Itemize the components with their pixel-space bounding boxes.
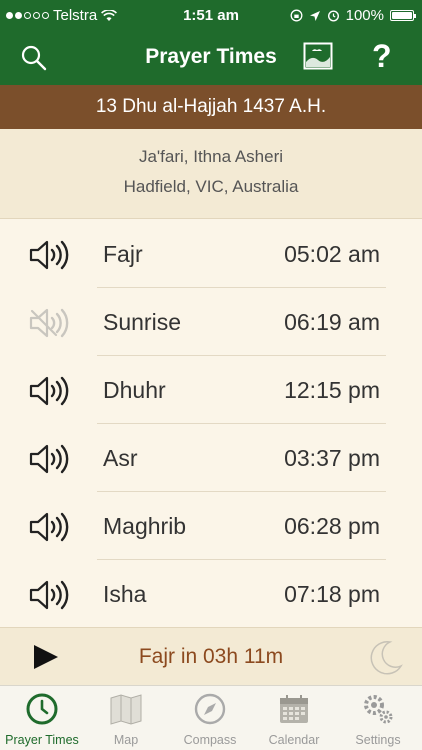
prayer-row: Dhuhr 12:15 pm: [0, 356, 422, 424]
countdown-text: Fajr in 03h 11m: [138, 645, 284, 668]
info-panel: Ja'fari, Ithna Asheri Hadfield, VIC, Aus…: [0, 129, 422, 219]
speaker-on-icon[interactable]: [28, 375, 72, 407]
tab-compass[interactable]: Compass: [168, 686, 252, 750]
location-arrow-icon: [309, 10, 320, 21]
battery-percent: 100%: [345, 7, 384, 24]
tab-settings[interactable]: Settings: [336, 686, 420, 750]
tab-label: Prayer Times: [5, 733, 79, 747]
prayer-name: Asr: [103, 445, 138, 471]
prayer-time: 05:02 am: [284, 241, 380, 267]
tab-label: Compass: [183, 733, 237, 747]
calendar-icon: [280, 695, 308, 723]
nav-bar: Prayer Times ?: [0, 32, 422, 85]
help-button[interactable]: ?: [372, 38, 392, 75]
prayer-row: Maghrib 06:28 pm: [0, 492, 422, 560]
prayer-name: Isha: [103, 581, 147, 607]
speaker-off-icon[interactable]: [28, 307, 72, 339]
battery-icon: [390, 10, 416, 21]
hijri-date: 13 Dhu al-Hajjah 1437 A.H.: [0, 85, 422, 129]
prayer-name: Dhuhr: [103, 377, 166, 403]
tab-label: Settings: [355, 733, 401, 747]
moon-icon[interactable]: [364, 639, 404, 677]
prayer-row: Asr 03:37 pm: [0, 424, 422, 492]
prayer-name: Fajr: [103, 241, 143, 267]
prayer-list: Fajr 05:02 am Sunrise 06:19 am Dhuhr 12:15 pm…: [0, 220, 422, 627]
prayer-row: Isha 07:18 pm: [0, 560, 422, 628]
tab-bar: Prayer Times Map Compass Calendar Settin…: [0, 685, 422, 750]
status-right: 100%: [290, 7, 416, 24]
prayer-time: 07:18 pm: [284, 581, 380, 607]
prayer-time: 03:37 pm: [284, 445, 380, 471]
calculation-method: Ja'fari, Ithna Asheri: [138, 147, 284, 166]
compass-icon: [194, 693, 226, 725]
prayer-time: 06:19 am: [284, 309, 380, 335]
alarm-icon: [327, 10, 339, 22]
prayer-row: Fajr 05:02 am: [0, 220, 422, 288]
clock-icon: [26, 693, 58, 725]
tab-calendar[interactable]: Calendar: [252, 686, 336, 750]
gears-icon: [364, 695, 393, 724]
tab-map[interactable]: Map: [84, 686, 168, 750]
speaker-on-icon[interactable]: [28, 239, 72, 271]
prayer-name: Sunrise: [103, 309, 181, 335]
map-icon: [110, 694, 142, 725]
page-title: Prayer Times: [145, 45, 277, 68]
prayer-time: 12:15 pm: [284, 377, 380, 403]
tab-prayer-times[interactable]: Prayer Times: [0, 686, 84, 750]
speaker-on-icon[interactable]: [28, 511, 72, 543]
countdown-bar: Fajr in 03h 11m: [0, 627, 422, 685]
prayer-row: Sunrise 06:19 am: [0, 288, 422, 356]
location-label: Hadfield, VIC, Australia: [123, 177, 299, 196]
tab-label: Map: [113, 733, 139, 747]
prayer-time: 06:28 pm: [284, 513, 380, 539]
speaker-on-icon[interactable]: [28, 579, 72, 611]
rotation-lock-icon: [290, 9, 303, 22]
landscape-image-icon[interactable]: [303, 42, 333, 70]
prayer-name: Maghrib: [103, 513, 187, 539]
status-bar: Telstra 1:51 am 100%: [0, 0, 422, 32]
tab-label: Calendar: [268, 733, 320, 747]
speaker-on-icon[interactable]: [28, 443, 72, 475]
